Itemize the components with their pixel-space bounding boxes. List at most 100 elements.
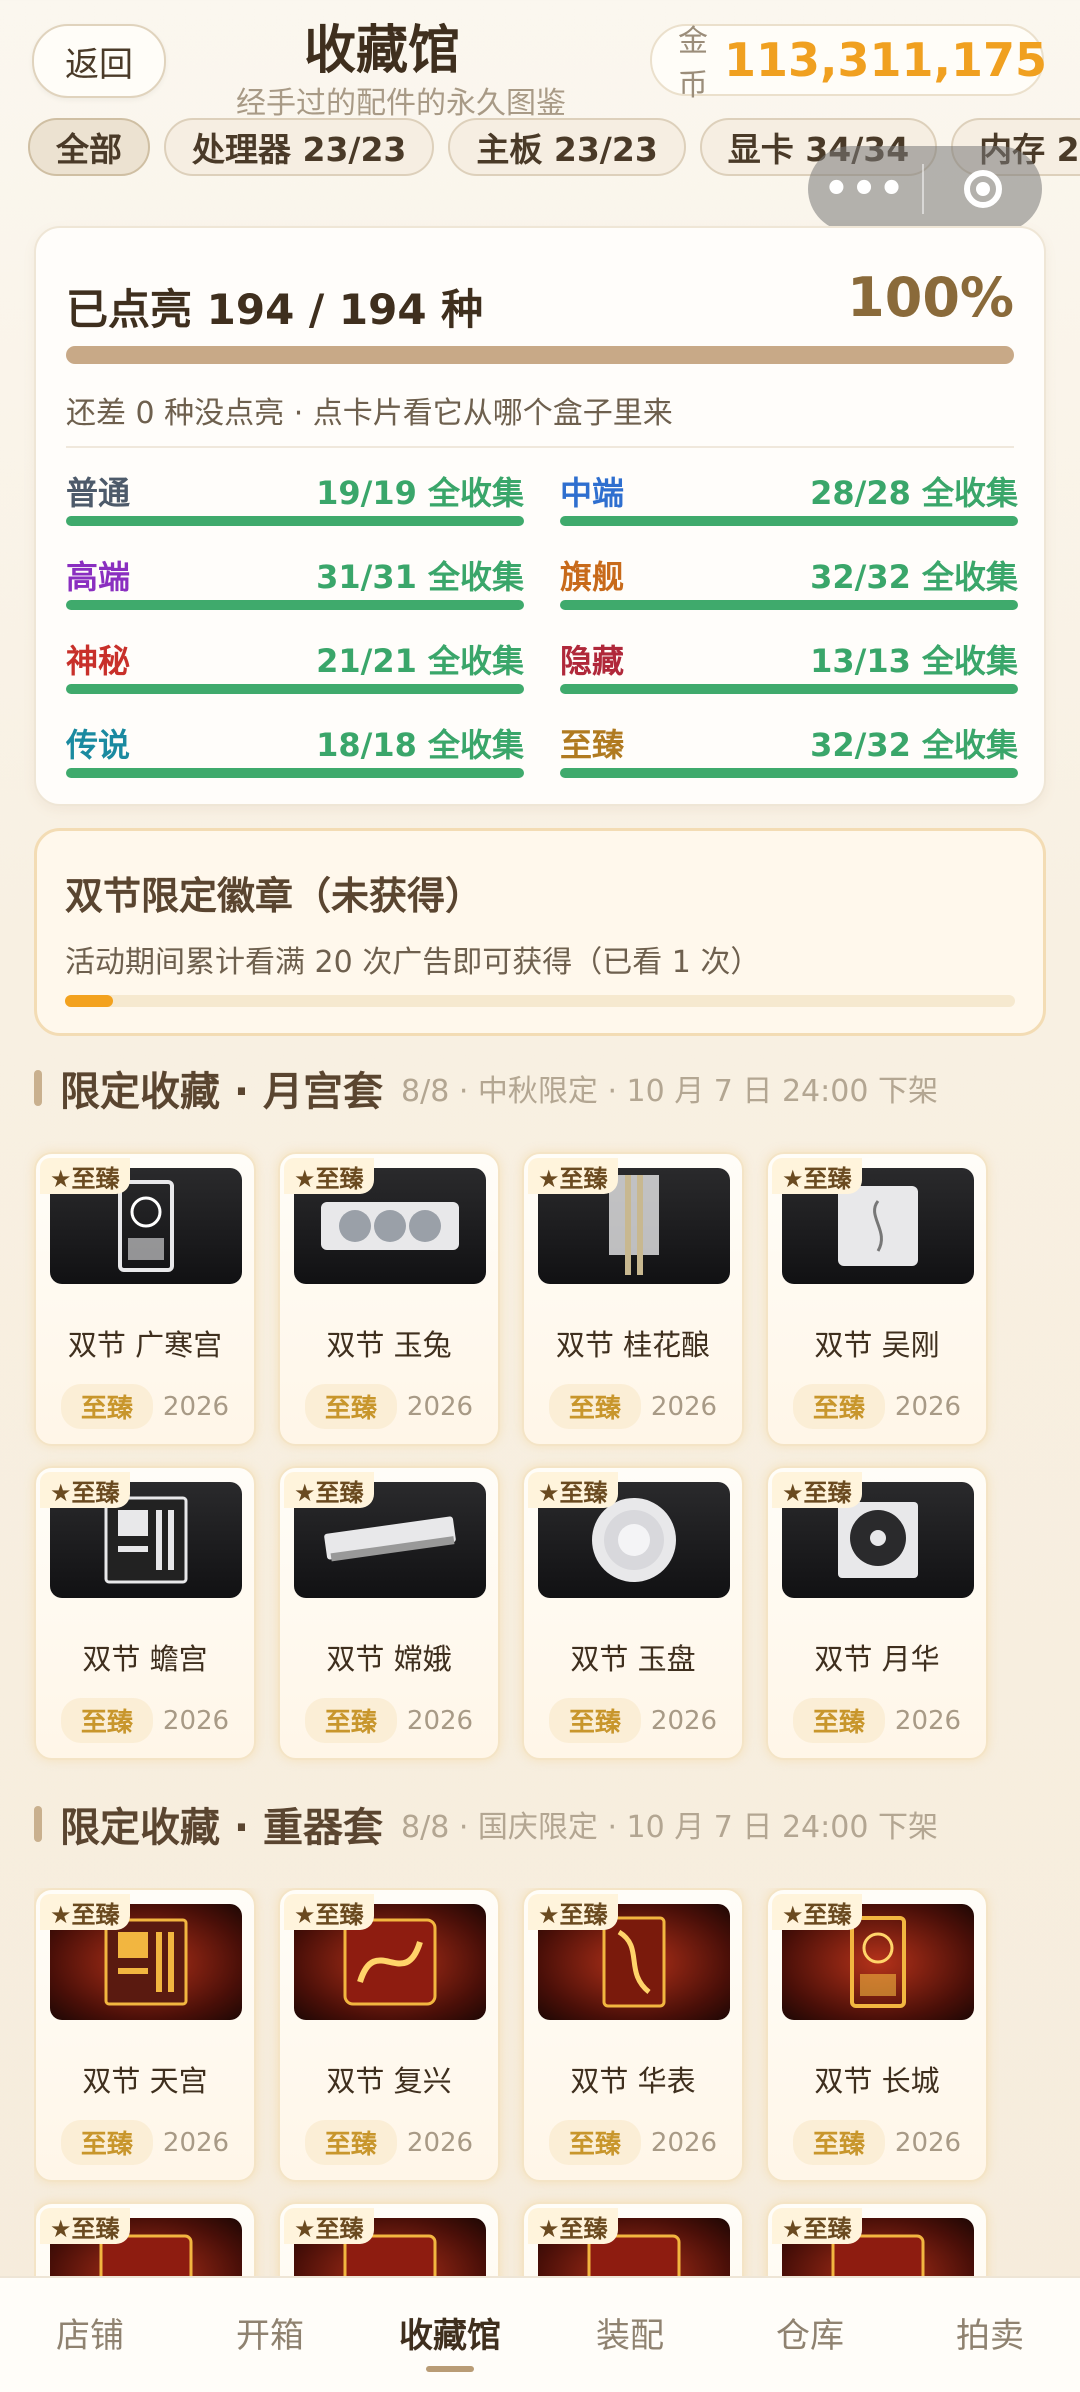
divider bbox=[66, 446, 1014, 448]
section-meta: 8/8 · 中秋限定 · 10 月 7 日 24:00 下架 bbox=[401, 1074, 938, 1109]
target-icon bbox=[964, 170, 1002, 208]
collection-item-card[interactable]: ★至臻双节 华表至臻 2026 bbox=[522, 1888, 744, 2182]
rarity-progress-bar bbox=[560, 516, 1018, 526]
item-year: 2026 bbox=[650, 2127, 718, 2158]
collection-item-card[interactable]: ★至臻 双节 广寒宫 至臻 2026 bbox=[34, 1152, 256, 1446]
section-title: 限定收藏 · 月宫套 bbox=[60, 1069, 384, 1115]
item-name: 双节 蟾宫 bbox=[82, 1642, 208, 1676]
item-year: 2026 bbox=[894, 1391, 962, 1422]
back-button[interactable]: 返回 bbox=[32, 24, 166, 98]
collection-item-card[interactable]: ★至臻双节 嫦娥至臻 2026 bbox=[278, 1466, 500, 1760]
rarity-tag: ★至臻 bbox=[284, 1472, 374, 1508]
rarity-tag: ★至臻 bbox=[528, 2208, 618, 2244]
rarity-name: 至臻 bbox=[560, 726, 625, 764]
collection-item-card[interactable]: ★至臻双节 蟾宫至臻 2026 bbox=[34, 1466, 256, 1760]
rarity-progress-bar bbox=[66, 684, 524, 694]
item-name: 双节 嫦娥 bbox=[326, 1642, 452, 1676]
rarity-tag: ★至臻 bbox=[40, 1472, 130, 1508]
item-rarity: 至臻 bbox=[548, 1698, 641, 1743]
item-name: 双节 复兴 bbox=[326, 2064, 452, 2098]
tab-motherboard[interactable]: 主板 23/23 bbox=[448, 118, 686, 176]
limited-badge-card[interactable]: 双节限定徽章（未获得） 活动期间累计看满 20 次广告即可获得（已看 1 次） bbox=[34, 828, 1046, 1036]
rarity-count: 19/19 全收集 bbox=[316, 474, 524, 512]
badge-progress-track bbox=[65, 995, 1015, 1007]
rarity-tag: ★至臻 bbox=[528, 1158, 618, 1194]
close-miniapp-button[interactable] bbox=[924, 170, 1042, 208]
item-name: 双节 天宫 bbox=[82, 2064, 208, 2098]
collection-item-card[interactable]: ★至臻双节 玉盘至臻 2026 bbox=[522, 1466, 744, 1760]
collection-item-card[interactable]: ★至臻 bbox=[522, 2202, 744, 2276]
item-rarity: 至臻 bbox=[304, 1384, 397, 1429]
item-year: 2026 bbox=[162, 2127, 230, 2158]
nav-warehouse[interactable]: 仓库 bbox=[720, 2278, 900, 2392]
section-title: 限定收藏 · 重器套 bbox=[60, 1805, 384, 1851]
nav-unbox[interactable]: 开箱 bbox=[180, 2278, 360, 2392]
rarity-row: 隐藏 13/13 全收集 bbox=[560, 636, 1018, 696]
collection-item-card[interactable]: ★至臻 bbox=[278, 2202, 500, 2276]
coin-value: 113,311,175 bbox=[724, 33, 1048, 87]
rarity-tag: ★至臻 bbox=[528, 1472, 618, 1508]
rarity-progress-bar bbox=[560, 684, 1018, 694]
rarity-name: 神秘 bbox=[66, 642, 131, 680]
item-rarity: 至臻 bbox=[548, 2120, 641, 2165]
item-year: 2026 bbox=[406, 2127, 474, 2158]
rarity-tag: ★至臻 bbox=[40, 1158, 130, 1194]
item-rarity: 至臻 bbox=[60, 1698, 153, 1743]
more-menu-button[interactable]: ••• bbox=[808, 166, 922, 212]
rarity-tag: ★至臻 bbox=[772, 1158, 862, 1194]
collection-item-card[interactable]: ★至臻双节 复兴至臻 2026 bbox=[278, 1888, 500, 2182]
collection-item-card[interactable]: ★至臻 双节 吴刚 至臻 2026 bbox=[766, 1152, 988, 1446]
tab-all[interactable]: 全部 bbox=[28, 118, 150, 176]
summary-title: 已点亮 194 / 194 种 bbox=[66, 285, 484, 334]
nav-auction[interactable]: 拍卖 bbox=[900, 2278, 1080, 2392]
collection-item-card[interactable]: ★至臻 bbox=[34, 2202, 256, 2276]
tab-cpu[interactable]: 处理器 23/23 bbox=[164, 118, 435, 176]
item-rarity: 至臻 bbox=[304, 1698, 397, 1743]
collection-item-card[interactable]: ★至臻 双节 月华 至臻 2026 bbox=[766, 1466, 988, 1760]
item-rarity: 至臻 bbox=[304, 2120, 397, 2165]
item-rarity: 至臻 bbox=[792, 2120, 885, 2165]
nav-collection[interactable]: 收藏馆 bbox=[360, 2278, 540, 2392]
nav-assemble[interactable]: 装配 bbox=[540, 2278, 720, 2392]
rarity-tag: ★至臻 bbox=[284, 1894, 374, 1930]
collection-item-card[interactable]: ★至臻 双节 天宫 至臻 2026 bbox=[34, 1888, 256, 2182]
rarity-name: 传说 bbox=[66, 726, 131, 764]
collection-item-card[interactable]: ★至臻 双节 桂花酿 至臻 2026 bbox=[522, 1152, 744, 1446]
page-subtitle: 经手过的配件的永久图鉴 bbox=[236, 86, 566, 121]
collection-item-card[interactable]: ★至臻 bbox=[766, 2202, 988, 2276]
section-header-moon-set: 限定收藏 · 月宫套 8/8 · 中秋限定 · 10 月 7 日 24:00 下… bbox=[34, 1060, 938, 1116]
nav-shop[interactable]: 店铺 bbox=[0, 2278, 180, 2392]
rarity-name: 中端 bbox=[560, 474, 625, 512]
item-year: 2026 bbox=[162, 1705, 230, 1736]
item-year: 2026 bbox=[406, 1391, 474, 1422]
rarity-tag: ★至臻 bbox=[528, 1894, 618, 1930]
rarity-tag: ★至臻 bbox=[772, 1894, 862, 1930]
item-grid-moon-set: ★至臻 双节 广寒宫 至臻 2026 ★至臻 双节 玉兔 至臻 2026 ★至臻 双节 桂花酿 至臻… bbox=[34, 1152, 1034, 1760]
collection-item-card[interactable]: ★至臻双节 长城至臻 2026 bbox=[766, 1888, 988, 2182]
rarity-tag: ★至臻 bbox=[284, 1158, 374, 1194]
item-year: 2026 bbox=[406, 1705, 474, 1736]
rarity-name: 高端 bbox=[66, 558, 131, 596]
collection-item-card[interactable]: ★至臻 双节 玉兔 至臻 2026 bbox=[278, 1152, 500, 1446]
rarity-count: 31/31 全收集 bbox=[316, 558, 524, 596]
item-name: 双节 长城 bbox=[814, 2064, 940, 2098]
rarity-progress-bar bbox=[560, 600, 1018, 610]
rarity-progress-bar bbox=[66, 516, 524, 526]
bottom-navigation: 店铺 开箱 收藏馆 装配 仓库 拍卖 bbox=[0, 2276, 1080, 2392]
rarity-count: 32/32 全收集 bbox=[810, 726, 1018, 764]
item-name: 双节 玉盘 bbox=[570, 1642, 696, 1676]
badge-title: 双节限定徽章（未获得） bbox=[65, 874, 484, 918]
rarity-row: 旗舰 32/32 全收集 bbox=[560, 552, 1018, 612]
item-name: 双节 华表 bbox=[570, 2064, 696, 2098]
item-name: 双节 吴刚 bbox=[814, 1328, 940, 1362]
rarity-row: 中端 28/28 全收集 bbox=[560, 468, 1018, 528]
rarity-tag: ★至臻 bbox=[772, 1472, 862, 1508]
item-year: 2026 bbox=[650, 1705, 718, 1736]
section-meta: 8/8 · 国庆限定 · 10 月 7 日 24:00 下架 bbox=[401, 1810, 938, 1845]
rarity-count: 13/13 全收集 bbox=[810, 642, 1018, 680]
summary-hint: 还差 0 种没点亮 · 点卡片看它从哪个盒子里来 bbox=[66, 396, 673, 431]
rarity-count: 21/21 全收集 bbox=[316, 642, 524, 680]
item-rarity: 至臻 bbox=[548, 1384, 641, 1429]
item-year: 2026 bbox=[894, 2127, 962, 2158]
rarity-tag: ★至臻 bbox=[772, 2208, 862, 2244]
